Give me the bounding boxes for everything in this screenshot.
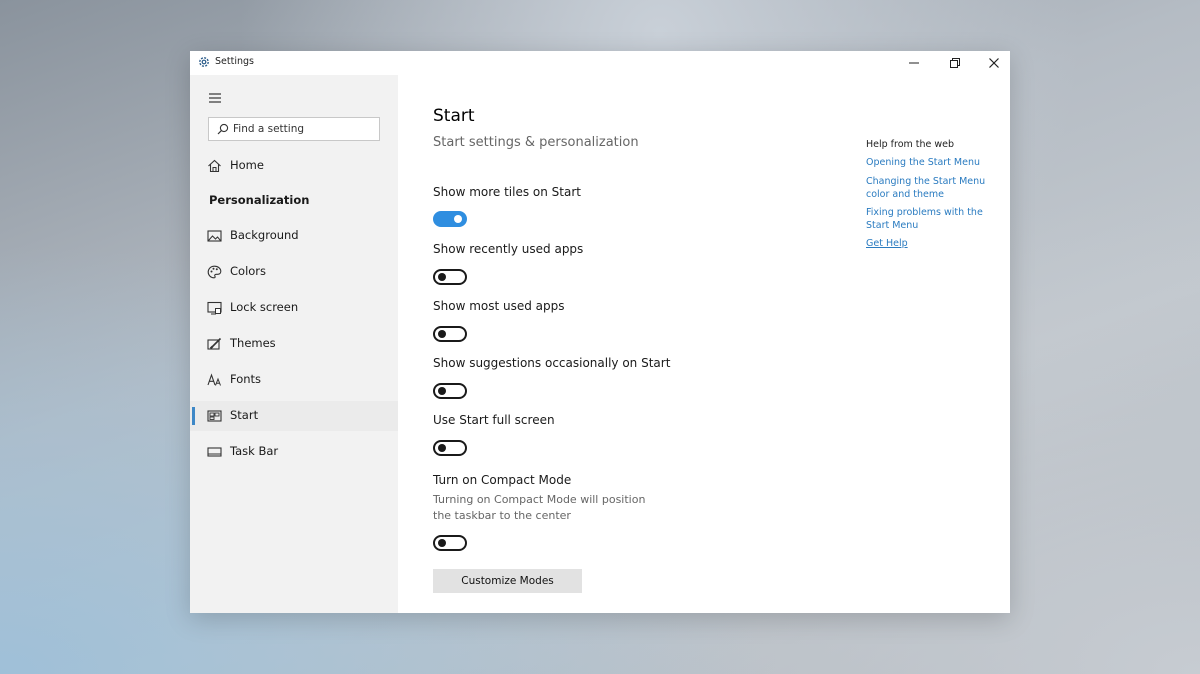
toggle-more-tiles[interactable]: [433, 211, 467, 227]
setting-label-recently-used: Show recently used apps: [433, 242, 584, 256]
search-input[interactable]: [233, 121, 373, 137]
toggle-suggestions[interactable]: [433, 383, 467, 399]
sidebar-item-task-bar[interactable]: Task Bar: [190, 437, 398, 467]
search-icon: [217, 123, 229, 135]
sidebar-item-home[interactable]: Home: [190, 151, 398, 181]
help-link-line: color and theme: [866, 189, 944, 200]
setting-label-more-tiles: Show more tiles on Start: [433, 185, 581, 199]
setting-label-suggestions: Show suggestions occasionally on Start: [433, 356, 671, 370]
sidebar-item-label: Task Bar: [230, 444, 279, 458]
toggle-knob: [438, 387, 446, 395]
help-link-line: Changing the Start Menu: [866, 176, 986, 187]
setting-label-full-screen: Use Start full screen: [433, 413, 555, 427]
help-link-line: Start Menu: [866, 220, 919, 231]
close-button[interactable]: [974, 51, 1010, 75]
toggle-compact-mode[interactable]: [433, 535, 467, 551]
sidebar-item-fonts[interactable]: Fonts: [190, 365, 398, 395]
font-icon: [207, 373, 221, 386]
setting-label-most-used: Show most used apps: [433, 299, 565, 313]
toggle-knob: [438, 539, 446, 547]
customize-modes-button[interactable]: Customize Modes: [433, 569, 582, 593]
sidebar-item-colors[interactable]: Colors: [190, 257, 398, 287]
sidebar-item-background[interactable]: Background: [190, 221, 398, 251]
toggle-knob: [438, 330, 446, 338]
get-help-link[interactable]: Get Help: [866, 237, 991, 250]
sidebar-item-label: Background: [230, 228, 299, 242]
help-heading: Help from the web: [866, 139, 955, 150]
restore-button[interactable]: [935, 51, 975, 75]
sidebar-item-label: Home: [230, 158, 264, 172]
toggle-most-used[interactable]: [433, 326, 467, 342]
help-link-line: Opening the Start Menu: [866, 157, 981, 168]
brush-icon: [207, 337, 222, 350]
setting-description-line1: Turning on Compact Mode will position: [433, 493, 646, 506]
restore-icon: [950, 58, 960, 68]
taskbar-icon: [207, 447, 222, 457]
minimize-icon: [909, 62, 919, 64]
settings-gear-icon: [199, 57, 209, 67]
section-heading: Personalization: [209, 193, 310, 207]
sidebar-item-label: Start: [230, 408, 259, 422]
lock-screen-icon: [207, 301, 222, 315]
palette-icon: [207, 265, 222, 279]
toggle-knob: [438, 444, 446, 452]
title-bar: Settings: [190, 51, 1010, 75]
start-icon: [207, 410, 222, 422]
sidebar-item-start[interactable]: Start: [190, 401, 398, 431]
close-icon: [989, 58, 999, 68]
sidebar: Home Personalization Background Colors: [190, 75, 398, 613]
toggle-full-screen[interactable]: [433, 440, 467, 456]
help-link-changing-color[interactable]: Changing the Start Menu color and theme: [866, 175, 991, 201]
selection-indicator: [192, 407, 195, 425]
help-link-line: Fixing problems with the: [866, 207, 983, 218]
hamburger-menu-icon[interactable]: [208, 92, 222, 104]
setting-description-line2: the taskbar to the center: [433, 509, 571, 522]
toggle-knob: [438, 273, 446, 281]
sidebar-item-themes[interactable]: Themes: [190, 329, 398, 359]
toggle-recently-used[interactable]: [433, 269, 467, 285]
search-box[interactable]: [208, 117, 380, 141]
window-title: Settings: [215, 56, 254, 67]
minimize-button[interactable]: [894, 51, 934, 75]
toggle-knob: [454, 215, 462, 223]
help-link-fixing-problems[interactable]: Fixing problems with the Start Menu: [866, 206, 991, 232]
sidebar-item-label: Lock screen: [230, 300, 299, 314]
main-content: Start Start settings & personalization S…: [398, 75, 1010, 613]
help-link-opening-start[interactable]: Opening the Start Menu: [866, 156, 991, 169]
sidebar-item-label: Fonts: [230, 372, 262, 386]
sidebar-item-lock-screen[interactable]: Lock screen: [190, 293, 398, 323]
page-subtitle: Start settings & personalization: [433, 135, 639, 150]
picture-icon: [207, 230, 222, 242]
setting-label-compact-mode: Turn on Compact Mode: [433, 473, 572, 487]
home-icon: [208, 159, 221, 173]
settings-window: Settings Find a setting Home Personaliza…: [190, 51, 1010, 613]
sidebar-item-label: Colors: [230, 264, 267, 278]
page-title: Start: [433, 106, 475, 126]
sidebar-item-label: Themes: [230, 336, 276, 350]
